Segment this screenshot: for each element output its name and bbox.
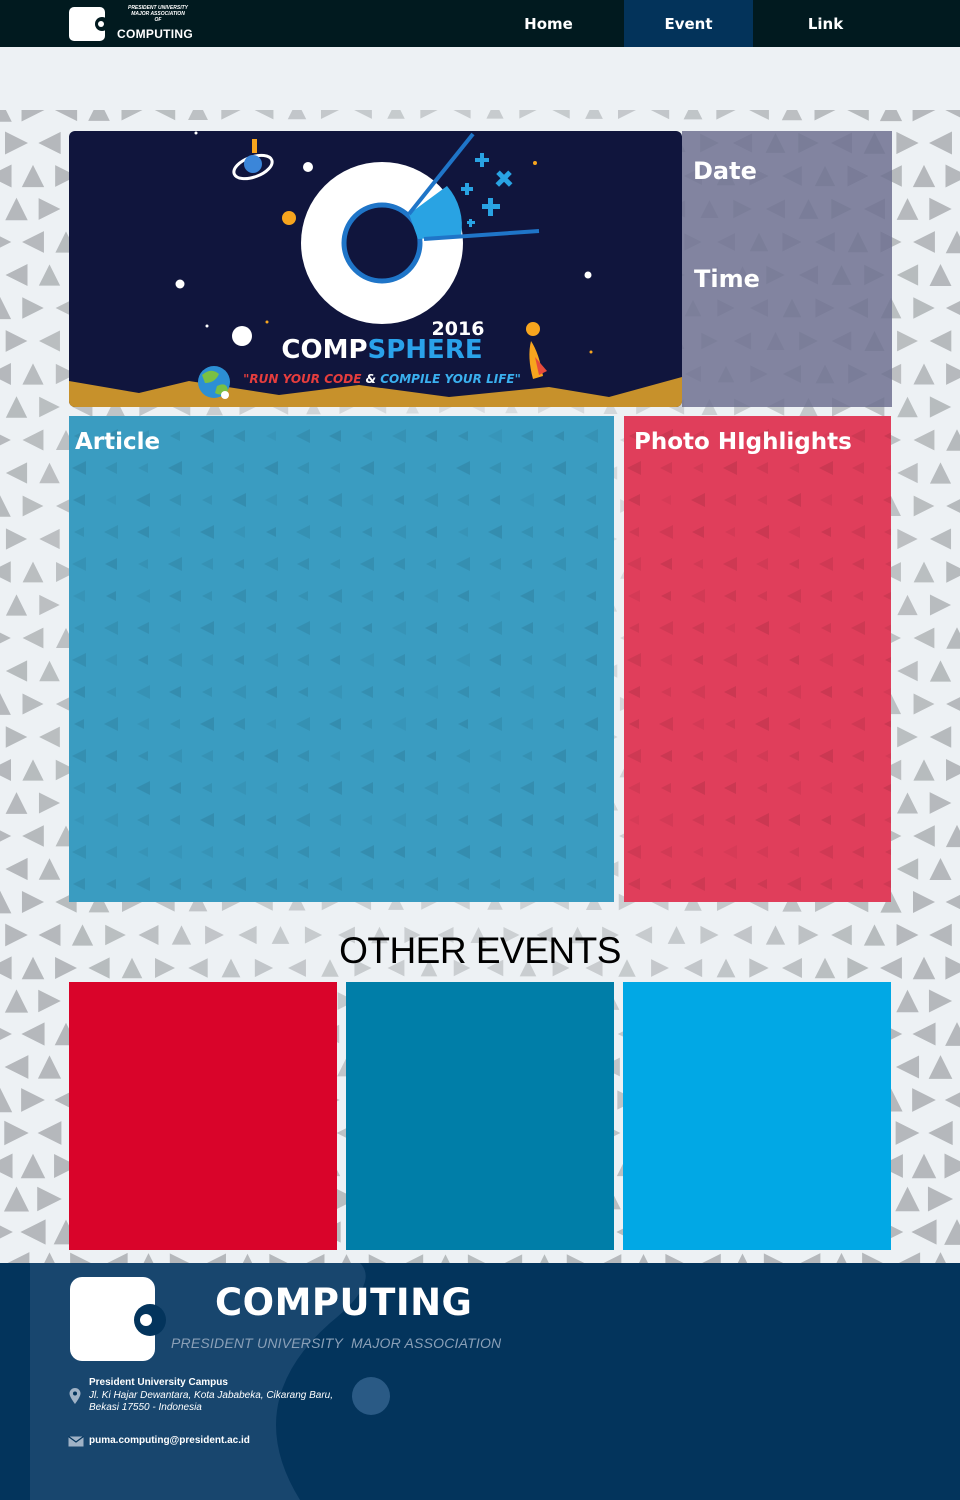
rocket-icon — [526, 322, 547, 379]
event-date-time-panel: Date Time — [682, 131, 892, 407]
puma-computing-logo[interactable]: PRESIDENT UNIVERSITY MAJOR ASSOCIATION O… — [69, 5, 209, 43]
other-event-tile-2[interactable] — [346, 982, 614, 1250]
address-title: President University Campus — [89, 1377, 228, 1388]
other-event-tile-1[interactable] — [69, 982, 337, 1250]
article-card[interactable]: Article — [69, 416, 614, 902]
nav-link[interactable]: Link — [761, 0, 890, 47]
logo-subtitle: PRESIDENT UNIVERSITY MAJOR ASSOCIATION O… — [127, 5, 188, 23]
event-banner-compsphere: 2016 COMPSPHERE "RUN YOUR CODE & COMPILE… — [69, 131, 682, 407]
envelope-icon — [68, 1436, 84, 1447]
card-pattern-overlay — [627, 429, 891, 891]
time-label: Time — [694, 265, 760, 293]
satellite-icon — [232, 139, 274, 181]
contact-email[interactable]: puma.computing@president.ac.id — [89, 1435, 250, 1446]
banner-illustration: 2016 COMPSPHERE "RUN YOUR CODE & COMPILE… — [69, 131, 682, 407]
address-text: Jl. Ki Hajar Dewantara, Kota Jababeka, C… — [89, 1390, 334, 1413]
other-event-tile-3[interactable] — [623, 982, 891, 1250]
date-label: Date — [693, 157, 757, 185]
card-pattern-overlay — [72, 429, 598, 891]
logo-name: COMPUTING — [117, 27, 194, 41]
banner-tagline: "RUN YOUR CODE & COMPILE YOUR LIFE" — [243, 372, 521, 386]
site-footer: COMPUTING PRESIDENT UNIVERSITY MAJOR ASS… — [0, 1263, 960, 1500]
article-title: Article — [75, 429, 161, 455]
top-nav-bar: PRESIDENT UNIVERSITY MAJOR ASSOCIATION O… — [0, 0, 960, 47]
location-pin-icon — [69, 1388, 81, 1404]
banner-title: COMPSPHERE — [281, 335, 482, 365]
nav-event[interactable]: Event — [624, 0, 753, 47]
footer-subtitle: PRESIDENT UNIVERSITY MAJOR ASSOCIATION — [171, 1335, 502, 1351]
logo-mark-icon — [69, 7, 109, 41]
photo-highlights-title: Photo HIghlights — [634, 429, 852, 455]
footer-logo-mark-icon — [70, 1277, 166, 1361]
photo-highlights-card[interactable]: Photo HIghlights — [624, 416, 891, 902]
other-events-heading: OTHER EVENTS — [339, 930, 621, 971]
footer-title: COMPUTING — [215, 1281, 473, 1324]
nav-home[interactable]: Home — [484, 0, 613, 47]
